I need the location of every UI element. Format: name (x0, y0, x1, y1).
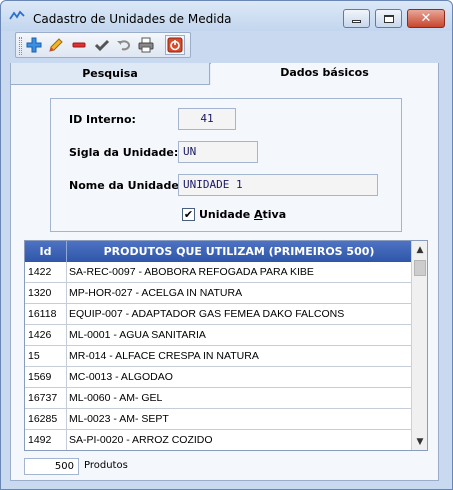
label-accelerator: A (254, 208, 263, 221)
cell-id: 15 (25, 346, 67, 366)
checkmark-icon: ✔ (183, 208, 194, 221)
toolbar (15, 32, 191, 58)
close-icon: ✕ (420, 11, 432, 26)
cell-id: 1569 (25, 367, 67, 387)
cell-produto: ML-0023 - AM- SEPT (69, 413, 169, 425)
edit-button[interactable] (46, 35, 66, 55)
id-label: ID Interno: (69, 113, 136, 126)
minimize-button[interactable] (343, 9, 370, 28)
label-prefix: Unidade (199, 208, 254, 221)
grid-header: Id PRODUTOS QUE UTILIZAM (PRIMEIROS 500) (25, 241, 411, 262)
vertical-scrollbar[interactable]: ▲ ▼ (411, 241, 427, 450)
cell-produto: MC-0013 - ALGODAO (69, 371, 173, 383)
cell-id: 1426 (25, 325, 67, 345)
cell-produto: MP-HOR-027 - ACELGA IN NATURA (69, 287, 243, 299)
cell-produto: SA-REC-0097 - ABOBORA REFOGADA PARA KIBE (69, 266, 314, 278)
confirm-check-icon (94, 39, 110, 52)
cell-produto: EQUIP-007 - ADAPTADOR GAS FEMEA DAKO FAL… (69, 308, 345, 320)
exit-button[interactable] (165, 35, 185, 55)
undo-button[interactable] (114, 35, 134, 55)
grid-rows: 1422 SA-REC-0097 - ABOBORA REFOGADA PARA … (25, 262, 411, 450)
close-button[interactable]: ✕ (407, 9, 445, 28)
chart-line-icon (9, 10, 25, 20)
remove-icon (72, 42, 86, 48)
cell-produto: ML-0001 - AGUA SANITARIA (69, 329, 206, 341)
table-row[interactable]: 15 MR-014 - ALFACE CRESPA IN NATURA (25, 346, 411, 367)
cell-id: 16285 (25, 409, 67, 429)
scroll-up-icon[interactable]: ▲ (412, 241, 427, 258)
app-window: Cadastro de Unidades de Medida ✕ Pesquis… (0, 0, 453, 490)
nome-label: Nome da Unidade: (69, 179, 184, 192)
cell-id: 16737 (25, 388, 67, 408)
maximize-icon (383, 14, 394, 23)
scroll-down-icon[interactable]: ▼ (412, 433, 427, 450)
cell-produto: MR-014 - ALFACE CRESPA IN NATURA (69, 350, 259, 362)
maximize-button[interactable] (375, 9, 402, 28)
toolbar-grip[interactable] (19, 37, 22, 55)
id-field: 41 (178, 108, 236, 130)
add-icon (26, 37, 42, 53)
add-button[interactable] (24, 35, 44, 55)
table-row[interactable]: 1426 ML-0001 - AGUA SANITARIA (25, 325, 411, 346)
produtos-count-label: Produtos (84, 460, 128, 471)
tab-dados-basicos[interactable]: Dados básicos (211, 63, 438, 85)
sigla-label: Sigla da Unidade: (69, 146, 179, 159)
table-row[interactable]: 1422 SA-REC-0097 - ABOBORA REFOGADA PARA … (25, 262, 411, 283)
exit-icon (167, 37, 183, 53)
tab-pesquisa[interactable]: Pesquisa (11, 63, 210, 85)
table-row[interactable]: 1569 MC-0013 - ALGODAO (25, 367, 411, 388)
print-icon (138, 37, 154, 53)
remove-button[interactable] (69, 35, 89, 55)
edit-pencil-icon (49, 38, 63, 52)
table-row[interactable]: 16737 ML-0060 - AM- GEL (25, 388, 411, 409)
table-row[interactable]: 16118 EQUIP-007 - ADAPTADOR GAS FEMEA DAK… (25, 304, 411, 325)
label-suffix: tiva (262, 208, 287, 221)
confirm-button[interactable] (92, 35, 112, 55)
produtos-grid[interactable]: Id PRODUTOS QUE UTILIZAM (PRIMEIROS 500)… (24, 240, 428, 451)
produtos-count: 500 (24, 458, 79, 475)
table-row[interactable]: 16285 ML-0023 - AM- SEPT (25, 409, 411, 430)
unidade-ativa-label[interactable]: Unidade Ativa (199, 208, 286, 221)
sigla-field[interactable]: UN (178, 141, 258, 163)
cell-produto: ML-0060 - AM- GEL (69, 392, 163, 404)
table-row[interactable]: 1320 MP-HOR-027 - ACELGA IN NATURA (25, 283, 411, 304)
title-bar[interactable]: Cadastro de Unidades de Medida ✕ (1, 1, 452, 31)
undo-icon (117, 40, 131, 51)
minimize-icon (352, 20, 361, 23)
cell-id: 1320 (25, 283, 67, 303)
scroll-thumb[interactable] (414, 260, 426, 276)
cell-produto: SA-PI-0020 - ARROZ COZIDO (69, 434, 213, 446)
column-header-id[interactable]: Id (25, 241, 67, 262)
print-button[interactable] (136, 35, 156, 55)
cell-id: 1422 (25, 262, 67, 282)
column-header-produtos[interactable]: PRODUTOS QUE UTILIZAM (PRIMEIROS 500) (67, 241, 411, 262)
cell-id: 1492 (25, 430, 67, 450)
table-row[interactable]: 1492 SA-PI-0020 - ARROZ COZIDO (25, 430, 411, 450)
unidade-ativa-checkbox[interactable]: ✔ (182, 208, 195, 221)
cell-id: 16118 (25, 304, 67, 324)
nome-field[interactable]: UNIDADE 1 (178, 174, 378, 196)
window-title: Cadastro de Unidades de Medida (33, 12, 232, 26)
